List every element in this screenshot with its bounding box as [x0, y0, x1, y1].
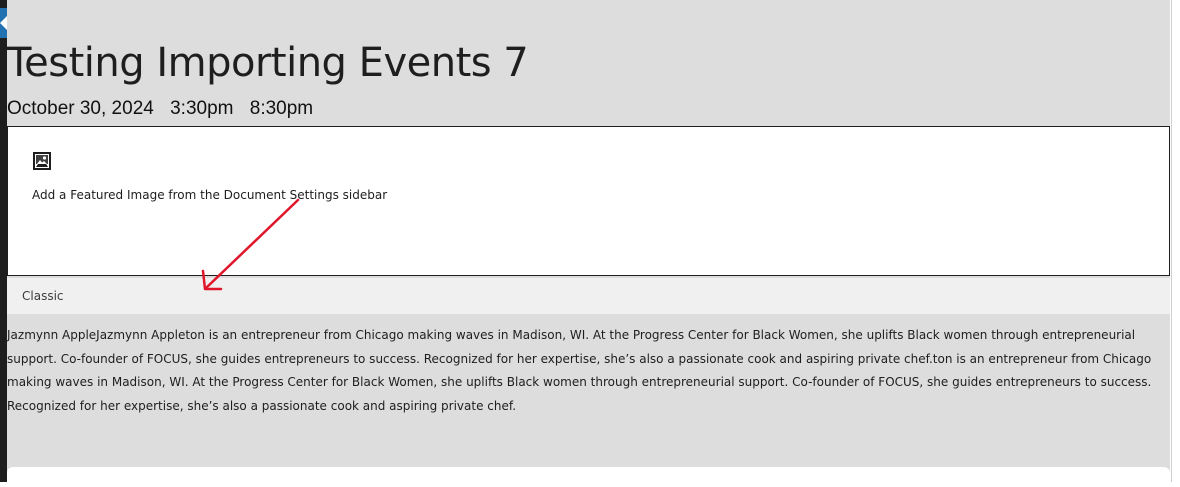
featured-image-placeholder[interactable]: Add a Featured Image from the Document S…	[7, 126, 1170, 276]
event-date: October 30, 2024	[7, 98, 154, 119]
divider	[1171, 0, 1172, 482]
classic-block-toolbar[interactable]: Classic	[7, 278, 1170, 314]
next-block-card	[7, 467, 1170, 487]
event-title[interactable]: Testing Importing Events 7	[7, 40, 529, 86]
event-description[interactable]: Jazmynn AppleJazmynn Appleton is an entr…	[7, 324, 1169, 418]
event-end-time: 8:30pm	[249, 98, 314, 119]
editor-canvas: Testing Importing Events 7 October 30, 2…	[7, 0, 1170, 487]
classic-block-label: Classic	[22, 289, 64, 303]
right-scroll-edge	[1170, 0, 1180, 482]
event-start-time: 3:30pm	[170, 98, 234, 119]
sidebar-collapse-toggle[interactable]	[0, 8, 7, 38]
featured-image-hint: Add a Featured Image from the Document S…	[32, 188, 388, 202]
chevron-left-icon	[0, 16, 7, 30]
admin-sidebar-edge	[0, 0, 7, 482]
image-icon	[33, 152, 51, 170]
event-datetime: October 30, 2024 3:30pm 8:30pm	[7, 98, 324, 120]
